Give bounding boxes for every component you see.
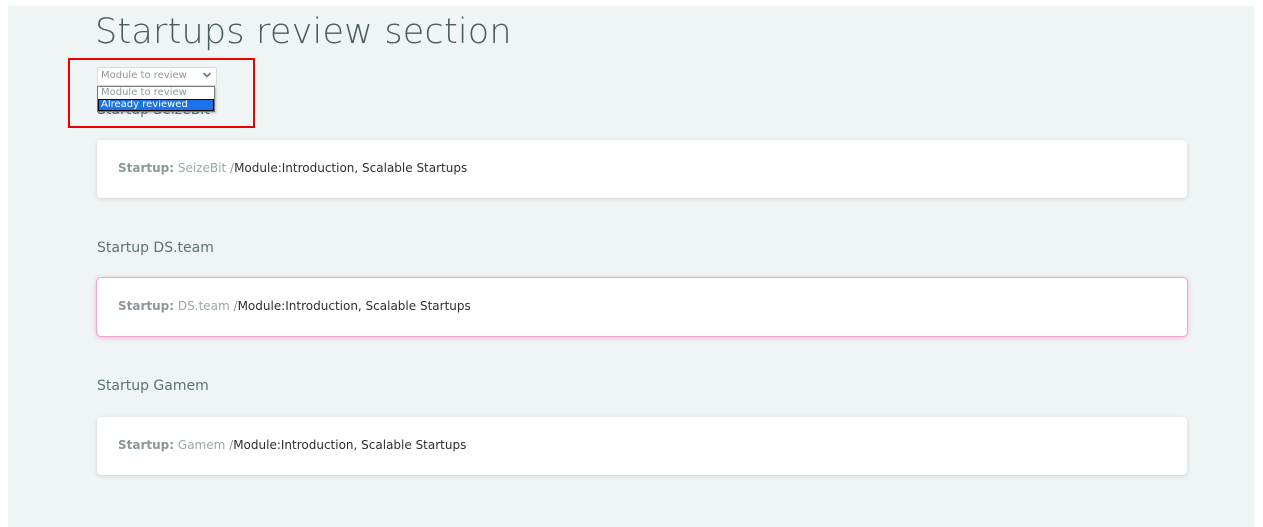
module-info: Module:Introduction, Scalable Startups [234, 161, 468, 175]
startup-label: Startup: [118, 438, 175, 452]
startup-card-text: Startup: DS.team /Module:Introduction, S… [118, 299, 471, 313]
startup-card-seizebit[interactable]: Startup: SeizeBit /Module:Introduction, … [97, 140, 1187, 198]
page-panel: Startups review section Startup SeizeBit… [8, 6, 1254, 527]
startup-name: DS.team [177, 299, 230, 313]
startup-name: SeizeBit [177, 161, 227, 175]
highlight-annotation [68, 58, 255, 128]
startup-card-text: Startup: SeizeBit /Module:Introduction, … [118, 161, 467, 175]
section-heading-gamem: Startup Gamem [97, 378, 209, 394]
startup-label: Startup: [118, 299, 175, 313]
startup-card-text: Startup: Gamem /Module:Introduction, Sca… [118, 438, 466, 452]
module-info: Module:Introduction, Scalable Startups [237, 299, 471, 313]
module-info: Module:Introduction, Scalable Startups [233, 438, 467, 452]
startup-card-ds-team[interactable]: Startup: DS.team /Module:Introduction, S… [97, 278, 1187, 336]
section-heading-ds-team: Startup DS.team [97, 240, 214, 256]
startup-label: Startup: [118, 161, 175, 175]
startup-name: Gamem [177, 438, 226, 452]
page-title: Startups review section [95, 12, 512, 52]
startup-card-gamem[interactable]: Startup: Gamem /Module:Introduction, Sca… [97, 417, 1187, 475]
